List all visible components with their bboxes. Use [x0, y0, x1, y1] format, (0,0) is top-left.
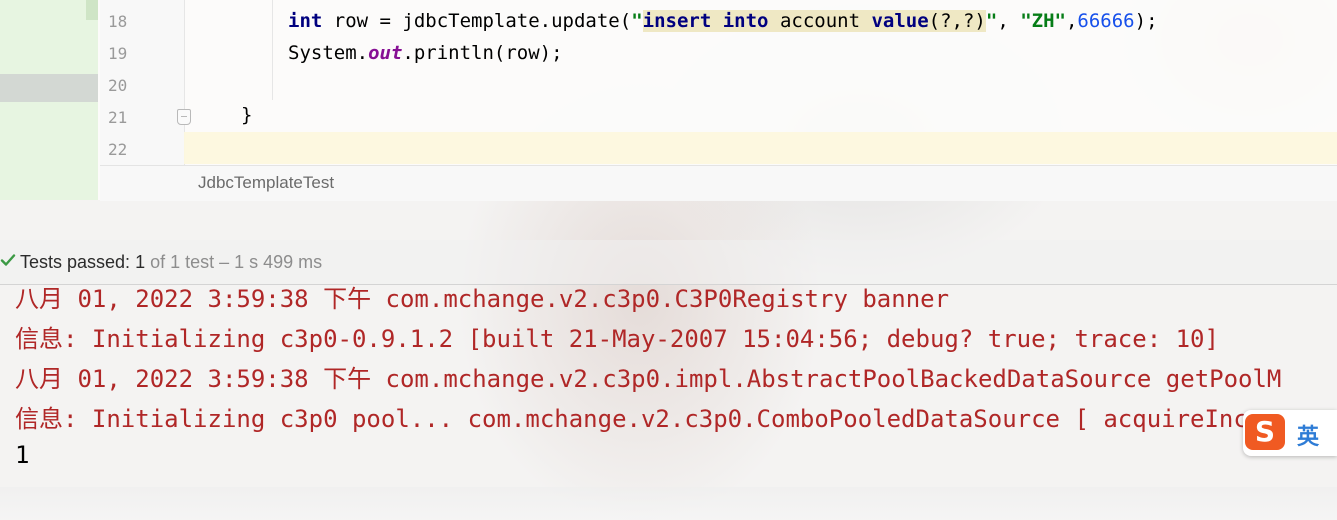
line-number: 20 — [108, 76, 128, 95]
ime-language-toggle[interactable]: 英 — [1297, 419, 1319, 451]
check-icon — [0, 254, 16, 266]
code-line-18[interactable]: int row = jdbcTemplate.update("insert in… — [288, 10, 1158, 32]
ime-toolbar[interactable]: S 英 — [1243, 410, 1337, 456]
code-text: , — [997, 10, 1021, 32]
line-number: 22 — [108, 140, 128, 159]
panel-selection-marker — [0, 74, 98, 102]
console-log-line: 信息: Initializing c3p0 pool... com.mchang… — [15, 405, 1292, 433]
test-status-text: Tests passed: 1 of 1 test – 1 s 499 ms — [20, 252, 322, 273]
code-text: , — [1065, 10, 1078, 32]
current-line-highlight — [184, 132, 1337, 164]
console-output[interactable]: 八月 01, 2022 3:59:38 下午 com.mchange.v2.c3… — [0, 285, 1337, 520]
string-literal: "ZH" — [1020, 10, 1066, 32]
console-bottom-area — [0, 487, 1337, 520]
project-panel-edge — [0, 0, 98, 200]
keyword-int: int — [288, 10, 323, 32]
code-text: System. — [288, 42, 369, 64]
console-output-line: 1 — [15, 441, 30, 469]
code-line-21[interactable]: } — [241, 104, 252, 126]
sql-keyword-value: value — [871, 10, 929, 32]
sql-params: (?,?) — [928, 10, 986, 32]
sql-table: account — [768, 10, 872, 32]
line-number: 21 — [108, 108, 128, 127]
code-editor[interactable]: 18 19 20 21 22 int row = jdbcTemplate.up… — [0, 0, 1337, 201]
breadcrumb-class-name[interactable]: JdbcTemplateTest — [198, 173, 334, 193]
test-status-count: 1 — [135, 252, 146, 272]
indent-guide — [272, 0, 273, 100]
sql-keyword-into: into — [722, 10, 769, 32]
static-field-out: out — [368, 42, 403, 64]
code-text: .println(row); — [402, 42, 563, 64]
code-line-19[interactable]: System.out.println(row); — [288, 42, 563, 64]
sql-space — [711, 10, 722, 32]
string-quote: " — [985, 10, 998, 32]
code-text: ); — [1134, 10, 1158, 32]
test-status-label: Tests passed: — [20, 252, 136, 272]
test-status-detail: of 1 test – 1 s 499 ms — [145, 252, 323, 272]
line-number: 19 — [108, 44, 128, 63]
sql-injected-fragment: insert into account value(?,?) — [642, 10, 986, 32]
fold-icon[interactable] — [177, 109, 191, 125]
string-quote: " — [631, 10, 643, 32]
breadcrumb: JdbcTemplateTest — [100, 165, 1337, 201]
sql-keyword-insert: insert — [642, 10, 712, 32]
console-log-line: 信息: Initializing c3p0-0.9.1.2 [built 21-… — [15, 325, 1219, 353]
sogou-logo-icon[interactable]: S — [1245, 414, 1285, 450]
console-log-line: 八月 01, 2022 3:59:38 下午 com.mchange.v2.c3… — [15, 285, 950, 313]
code-text: row = jdbcTemplate.update( — [322, 10, 632, 32]
console-log-line: 八月 01, 2022 3:59:38 下午 com.mchange.v2.c3… — [15, 365, 1282, 393]
line-number: 18 — [108, 12, 128, 31]
number-literal: 66666 — [1077, 10, 1135, 32]
panel-scroll-marker — [86, 0, 98, 20]
